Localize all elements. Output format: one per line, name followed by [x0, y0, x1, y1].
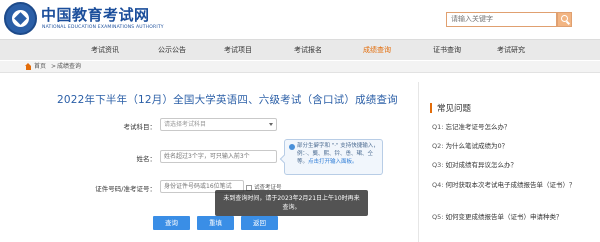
reset-button[interactable]: 重填: [197, 216, 234, 230]
breadcrumb-current: 成绩查询: [57, 63, 82, 70]
subject-select-value: 请选择考试科目: [164, 121, 207, 128]
column-divider: [418, 82, 419, 242]
faq-item-3[interactable]: Q3: 如对成绩有异议怎么办？: [432, 159, 517, 169]
name-label: 姓名：: [136, 155, 157, 163]
page-title: 2022年下半年（12月）全国大学英语四、六级考试（含口试）成绩查询: [57, 94, 398, 106]
main-nav: 考试资讯 公示公告 考试项目 考试报名 成绩查询 证书查询 考试研究: [0, 39, 600, 60]
subject-label: 考试科目：: [123, 123, 157, 131]
search-button[interactable]: [557, 12, 572, 27]
chevron-down-icon: [269, 123, 273, 126]
faq-item-text: 如对成绩有异议怎么办？: [445, 161, 518, 169]
info-icon: [289, 144, 295, 150]
faq-item-5[interactable]: Q5: 如何变更成绩报告单（证书）申请种类？: [432, 211, 563, 221]
id-label: 证件号码/准考证号：: [95, 185, 156, 193]
nav-item-registration[interactable]: 考试报名: [275, 40, 341, 60]
logo-title[interactable]: 中国教育考试网: [41, 4, 150, 25]
nav-item-certificate-query[interactable]: 证书查询: [414, 40, 480, 60]
subject-select[interactable]: 请选择考试科目: [160, 118, 277, 131]
toast-message: 未到查询时间，请于2023年2月21日上午10时再来查询。: [223, 195, 360, 211]
breadcrumb-separator: >: [51, 63, 57, 70]
nav-item-score-query[interactable]: 成绩查询: [344, 40, 410, 60]
logo-subtitle: NATIONAL EDUCATION EXAMINATIONS AUTHORIT…: [42, 25, 164, 30]
nav-item-announcements[interactable]: 公示公告: [139, 40, 205, 60]
site-header: 中国教育考试网 NATIONAL EDUCATION EXAMINATIONS …: [0, 0, 600, 37]
faq-title: 常见问题: [437, 104, 472, 114]
faq-q-number: Q4:: [432, 181, 444, 189]
breadcrumb: 首页 > 成绩查询: [0, 61, 600, 73]
faq-item-text: 何时获取本次考试电子成绩报告单（证书）？: [445, 181, 576, 189]
home-icon: [25, 63, 32, 70]
faq-item-text: 为什么笔试成绩为0？: [445, 142, 509, 150]
faq-q-number: Q5:: [432, 213, 444, 221]
nav-item-exam-research[interactable]: 考试研究: [478, 40, 544, 60]
open-input-panel-link[interactable]: 点击打开输入面板。: [308, 159, 358, 165]
input-tip-box: 部分生僻字和 "·" 支持快捷输入，例：·、龑、熙、钤、恿、珺、仝等。点击打开输…: [279, 139, 383, 175]
query-button[interactable]: 查询: [153, 216, 190, 230]
faq-q-number: Q1:: [432, 123, 444, 131]
nav-item-exam-news[interactable]: 考试资讯: [72, 40, 138, 60]
back-button[interactable]: 返回: [241, 216, 278, 230]
faq-item-1[interactable]: Q1: 忘记准考证号怎么办？: [432, 121, 511, 131]
faq-item-4[interactable]: Q4: 何时获取本次考试电子成绩报告单（证书）？: [432, 179, 576, 189]
faq-item-text: 如何变更成绩报告单（证书）申请种类？: [445, 213, 563, 221]
faq-q-number: Q3:: [432, 161, 444, 169]
faq-item-text: 忘记准考证号怎么办？: [445, 123, 511, 131]
faq-accent-bar: [430, 103, 432, 113]
name-input[interactable]: [160, 150, 277, 163]
nav-item-exam-projects[interactable]: 考试项目: [205, 40, 271, 60]
faq-q-number: Q2:: [432, 142, 444, 150]
faq-item-2[interactable]: Q2: 为什么笔试成绩为0？: [432, 140, 508, 150]
breadcrumb-home[interactable]: 首页: [34, 61, 46, 73]
notice-toast: 未到查询时间，请于2023年2月21日上午10时再来查询。: [215, 190, 368, 216]
search-input[interactable]: [446, 12, 557, 27]
logo-emblem-icon[interactable]: [4, 2, 37, 35]
